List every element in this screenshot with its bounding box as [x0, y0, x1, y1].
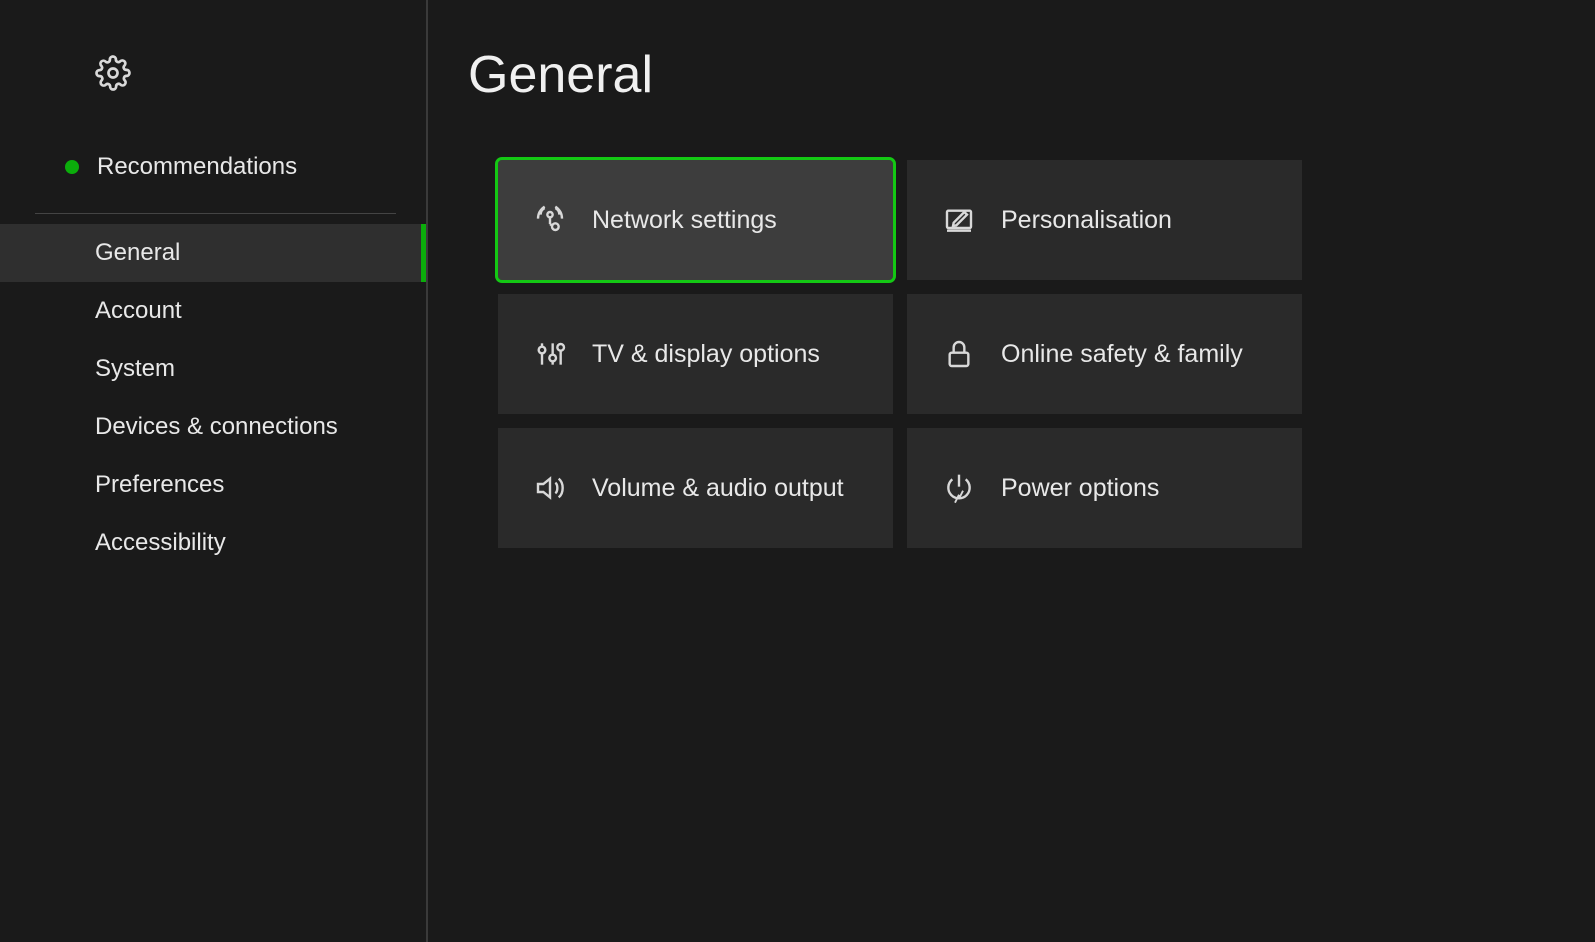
nav-item-label: System — [95, 355, 175, 382]
antenna-icon — [528, 204, 572, 236]
sidebar-item-accessibility[interactable]: Accessibility — [0, 514, 426, 572]
tile-label: TV & display options — [592, 340, 820, 369]
sliders-icon — [528, 338, 572, 370]
nav-item-label: Devices & connections — [95, 413, 338, 440]
tile-volume-audio[interactable]: Volume & audio output — [498, 428, 893, 548]
tile-label: Personalisation — [1001, 206, 1172, 235]
sidebar-divider — [35, 213, 396, 214]
page-title: General — [468, 45, 1595, 105]
tile-personalisation[interactable]: Personalisation — [907, 160, 1302, 280]
settings-sidebar: Recommendations General Account System D… — [0, 0, 428, 942]
tile-label: Volume & audio output — [592, 474, 844, 503]
main-content: General Network settings — [428, 0, 1595, 942]
tile-label: Network settings — [592, 206, 777, 235]
power-icon — [937, 472, 981, 504]
sidebar-item-account[interactable]: Account — [0, 282, 426, 340]
tile-network-settings[interactable]: Network settings — [498, 160, 893, 280]
recommendations-label: Recommendations — [97, 153, 297, 181]
tile-online-safety[interactable]: Online safety & family — [907, 294, 1302, 414]
nav-item-label: Accessibility — [95, 529, 226, 556]
monitor-pen-icon — [937, 204, 981, 236]
tile-label: Online safety & family — [1001, 340, 1243, 369]
sidebar-nav: General Account System Devices & connect… — [0, 224, 426, 572]
nav-item-label: Account — [95, 297, 182, 324]
sidebar-item-devices[interactable]: Devices & connections — [0, 398, 426, 456]
settings-tiles-grid: Network settings Personalisation — [468, 160, 1595, 548]
notification-dot-icon — [65, 160, 79, 174]
sidebar-top-section: Recommendations — [0, 96, 426, 214]
sidebar-item-general[interactable]: General — [0, 224, 426, 282]
sidebar-item-system[interactable]: System — [0, 340, 426, 398]
lock-icon — [937, 338, 981, 370]
sidebar-item-preferences[interactable]: Preferences — [0, 456, 426, 514]
speaker-icon — [528, 472, 572, 504]
tile-power-options[interactable]: Power options — [907, 428, 1302, 548]
nav-item-label: Preferences — [95, 471, 224, 498]
sidebar-header — [0, 0, 426, 96]
tile-label: Power options — [1001, 474, 1159, 503]
nav-item-label: General — [95, 239, 180, 266]
sidebar-item-recommendations[interactable]: Recommendations — [0, 141, 426, 193]
tile-tv-display[interactable]: TV & display options — [498, 294, 893, 414]
gear-icon — [95, 78, 131, 95]
